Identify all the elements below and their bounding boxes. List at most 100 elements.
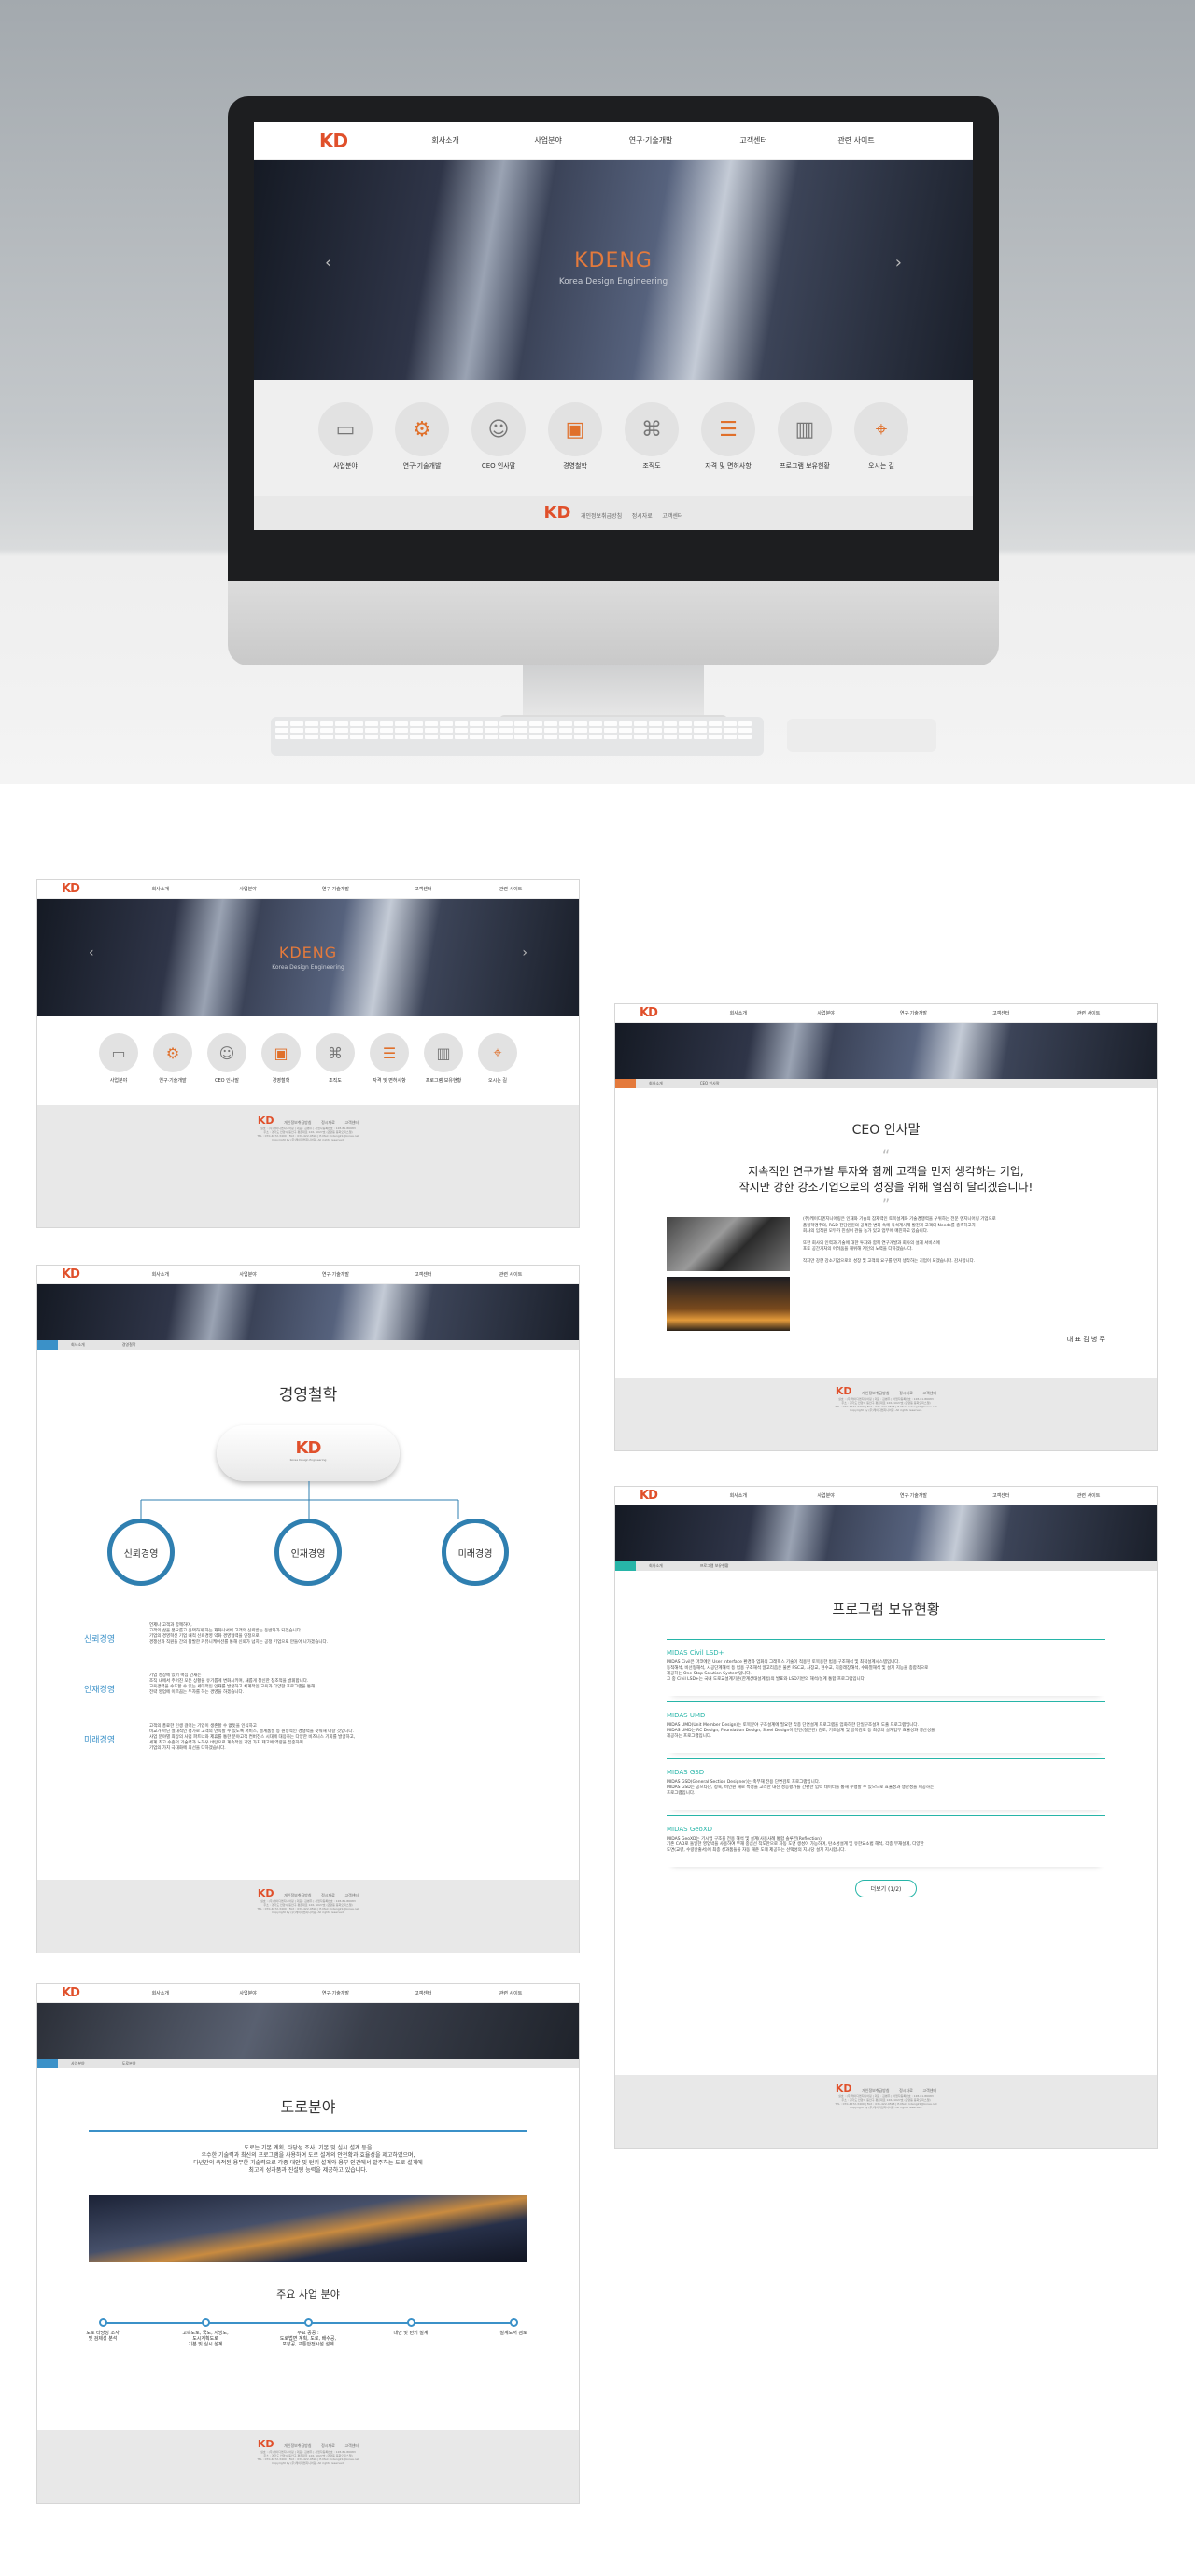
nav-item[interactable]: 고객센터	[702, 135, 805, 146]
key	[485, 735, 498, 739]
key	[738, 735, 752, 739]
nav-item[interactable]: 연구·기술개발	[292, 1271, 380, 1278]
footer-link[interactable]: 정시자료	[899, 2088, 913, 2093]
quick-link-item[interactable]: ⚙ 연구·기술개발	[395, 402, 449, 496]
nav-item[interactable]: 관련 사이트	[467, 1990, 555, 1996]
quick-link-item[interactable]: ▣ 경영철학	[548, 402, 602, 496]
breadcrumb-item[interactable]: CEO 인사말	[700, 1081, 720, 1086]
footer-link[interactable]: 고객센터	[922, 2088, 936, 2093]
nav-item[interactable]: 연구·기술개발	[292, 1990, 380, 1996]
monitor-screen-mockup: KD 회사소개 사업분야 연구·기술개발 고객센터 관련 사이트 ‹ › KDE…	[254, 122, 973, 530]
footer-link[interactable]: 고객센터	[344, 1893, 358, 1898]
quick-link-item[interactable]: ☺ CEO 인사말	[471, 402, 526, 496]
research-icon: ⚙	[153, 1033, 192, 1072]
nav-item[interactable]: 사업분야	[782, 1010, 870, 1016]
footer-link[interactable]: 정시자료	[321, 1893, 335, 1898]
home-icon[interactable]	[615, 1561, 636, 1571]
quick-link-item[interactable]: ▥ 프로그램 보유현황	[424, 1033, 463, 1105]
quick-link-item[interactable]: ⚙ 연구·기술개발	[153, 1033, 192, 1105]
site-logo[interactable]: KD	[319, 130, 348, 152]
nav-item[interactable]: 연구·기술개발	[599, 135, 702, 146]
nav-item[interactable]: 사업분야	[782, 1492, 870, 1499]
nav-item[interactable]: 회사소개	[117, 886, 204, 892]
nav-item[interactable]: 고객센터	[379, 1271, 467, 1278]
quick-link-item[interactable]: ⌘ 조직도	[625, 402, 679, 496]
home-icon[interactable]	[615, 1079, 636, 1088]
footer-link[interactable]: 개인정보취급방침	[581, 511, 622, 520]
nav-item[interactable]: 고객센터	[957, 1010, 1045, 1016]
quick-link-label: 오시는 길	[488, 1078, 507, 1084]
footer-link[interactable]: 정시자료	[321, 2443, 335, 2449]
quick-link-item[interactable]: ☺ CEO 인사말	[207, 1033, 246, 1105]
footer-link[interactable]: 정시자료	[321, 1120, 335, 1126]
quick-link-item[interactable]: ☰ 자격 및 면허사항	[370, 1033, 409, 1105]
footer-link[interactable]: 개인정보취급방침	[284, 1893, 311, 1898]
nav-item[interactable]: 회사소개	[117, 1271, 204, 1278]
breadcrumb-item[interactable]: 회사소개	[649, 1563, 663, 1569]
quick-links: ▭ 사업분야 ⚙ 연구·기술개발 ☺ CEO 인사말 ▣ 경영철학 ⌘ 조직도 ☰ 자격 및 면허사항…	[37, 1016, 579, 1105]
footer-link[interactable]: 개인정보취급방침	[284, 2443, 311, 2449]
breadcrumb-item[interactable]: 회사소개	[649, 1081, 663, 1086]
quote-close-icon: ”	[881, 1196, 891, 1213]
home-icon[interactable]	[37, 1340, 58, 1350]
nav-item[interactable]: 관련 사이트	[1045, 1010, 1132, 1016]
nav-item[interactable]: 연구·기술개발	[292, 886, 380, 892]
site-logo[interactable]: KD	[62, 1267, 80, 1281]
nav-item[interactable]: 관련 사이트	[1045, 1492, 1132, 1499]
quick-link-item[interactable]: ▭ 사업분야	[99, 1033, 138, 1105]
quick-link-label: 연구·기술개발	[159, 1078, 187, 1084]
site-logo[interactable]: KD	[640, 1489, 658, 1503]
road-page-mockup: KD 회사소개 사업분야 연구·기술개발 고객센터 관련 사이트 사업분야도로분…	[36, 1983, 580, 2504]
nav-item[interactable]: 회사소개	[394, 135, 497, 146]
quick-link-label: 프로그램 보유현황	[780, 462, 830, 469]
footer-link[interactable]: 개인정보취급방침	[862, 2088, 889, 2093]
quick-link-item[interactable]: ⌖ 오시는 길	[478, 1033, 517, 1105]
footer-link[interactable]: 개인정보취급방침	[284, 1120, 311, 1126]
nav-item[interactable]: 관련 사이트	[805, 135, 907, 146]
quick-link-item[interactable]: ▭ 사업분야	[318, 402, 373, 496]
nav-item[interactable]: 고객센터	[379, 1990, 467, 1996]
footer-link[interactable]: 고객센터	[922, 1391, 936, 1396]
nav-item[interactable]: 회사소개	[695, 1010, 782, 1016]
footer-link[interactable]: 개인정보취급방침	[862, 1391, 889, 1396]
quick-link-item[interactable]: ▣ 경영철학	[261, 1033, 301, 1105]
breadcrumb-item[interactable]: 프로그램 보유현황	[700, 1563, 729, 1569]
nav-item[interactable]: 회사소개	[117, 1990, 204, 1996]
breadcrumb-item[interactable]: 경영철학	[122, 1342, 136, 1348]
nav-item[interactable]: 고객센터	[957, 1492, 1045, 1499]
quick-link-item[interactable]: ⌘ 조직도	[316, 1033, 355, 1105]
key	[574, 728, 587, 733]
key	[320, 728, 333, 733]
nav-item[interactable]: 연구·기술개발	[870, 1492, 958, 1499]
quick-link-item[interactable]: ☰ 자격 및 면허사항	[701, 402, 755, 496]
quick-link-label: 경영철학	[272, 1078, 290, 1084]
site-logo[interactable]: KD	[62, 882, 80, 896]
footer-link[interactable]: 고객센터	[344, 2443, 358, 2449]
site-logo[interactable]: KD	[640, 1006, 658, 1020]
home-icon[interactable]	[37, 2059, 58, 2068]
nav-item[interactable]: 관련 사이트	[467, 886, 555, 892]
nav-item[interactable]: 사업분야	[497, 135, 599, 146]
sub-banner	[615, 1505, 1157, 1561]
footer-logo: KD	[257, 1114, 274, 1127]
breadcrumb-item[interactable]: 도로분야	[122, 2061, 136, 2066]
quick-link-item[interactable]: ⌖ 오시는 길	[854, 402, 908, 496]
footer-link[interactable]: 정시자료	[632, 511, 653, 520]
nav-item[interactable]: 회사소개	[695, 1492, 782, 1499]
more-button[interactable]: 더보기 (1/2)	[854, 1880, 918, 1897]
nav-item[interactable]: 연구·기술개발	[870, 1010, 958, 1016]
key	[455, 728, 468, 733]
quick-link-item[interactable]: ▥ 프로그램 보유현황	[778, 402, 832, 496]
footer-link[interactable]: 고객센터	[344, 1120, 358, 1126]
breadcrumb-item[interactable]: 사업분야	[71, 2061, 85, 2066]
site-logo[interactable]: KD	[62, 1986, 80, 2000]
nav-item[interactable]: 관련 사이트	[467, 1271, 555, 1278]
nav-item[interactable]: 사업분야	[204, 1271, 292, 1278]
key	[499, 721, 513, 726]
footer-link[interactable]: 고객센터	[662, 511, 682, 520]
footer-link[interactable]: 정시자료	[899, 1391, 913, 1396]
nav-item[interactable]: 고객센터	[379, 886, 467, 892]
breadcrumb-item[interactable]: 회사소개	[71, 1342, 85, 1348]
nav-item[interactable]: 사업분야	[204, 886, 292, 892]
nav-item[interactable]: 사업분야	[204, 1990, 292, 1996]
